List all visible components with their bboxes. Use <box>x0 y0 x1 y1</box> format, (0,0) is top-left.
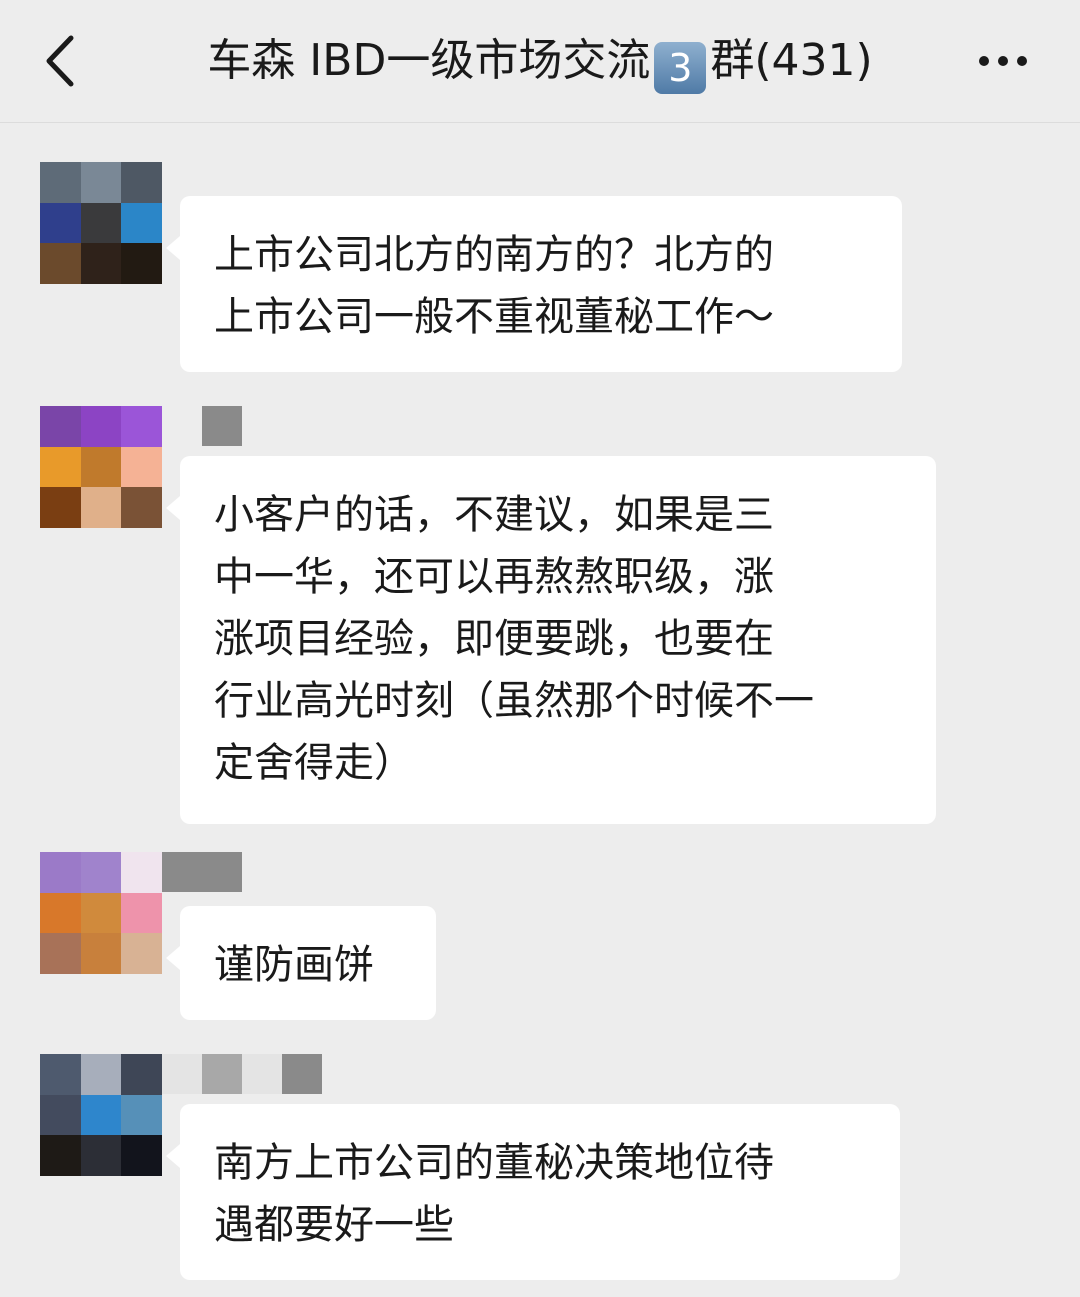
title-suffix: 群(431) <box>710 35 873 86</box>
nickname-pixel <box>162 1054 202 1094</box>
avatar-pixel <box>80 933 122 974</box>
avatar-pixel <box>80 446 122 488</box>
avatar-pixel <box>40 933 81 974</box>
title-prefix: 车森 IBD一级市场交流 <box>207 35 651 86</box>
avatar-pixel <box>80 487 122 528</box>
avatar[interactable] <box>40 852 162 974</box>
nickname-pixel <box>202 1054 242 1094</box>
avatar-pixel <box>121 487 162 528</box>
avatar-pixel <box>80 202 122 244</box>
more-button[interactable] <box>958 36 1048 86</box>
avatar-pixel <box>121 446 162 488</box>
avatar-pixel <box>80 1135 122 1176</box>
avatar-pixel <box>80 1054 122 1095</box>
avatar-pixel <box>121 1054 162 1095</box>
avatar-pixel <box>121 1135 162 1176</box>
message-text-line: 南方上市公司的董秘决策地位待 <box>214 1140 774 1186</box>
chat-header: 车森 IBD一级市场交流 3 群(431) <box>0 0 1080 123</box>
message-text-line: 定舍得走） <box>214 740 414 786</box>
avatar-pixel <box>40 243 81 284</box>
nickname-pixel <box>242 1054 282 1094</box>
sender-nickname <box>162 852 242 892</box>
more-dots-icon <box>979 56 989 66</box>
message-bubble[interactable]: 上市公司北方的南方的？北方的 上市公司一般不重视董秘工作～ <box>166 196 902 372</box>
avatar-pixel <box>80 243 122 284</box>
sender-nickname <box>162 406 242 446</box>
avatar-pixel <box>40 202 81 244</box>
avatar-pixel <box>80 162 122 203</box>
avatar-pixel <box>121 243 162 284</box>
avatar-pixel <box>40 852 81 893</box>
message-bubble[interactable]: 谨防画饼 <box>166 906 436 1020</box>
message-text-line: 小客户的话，不建议，如果是三 <box>214 492 774 538</box>
message-text-line: 中一华，还可以再熬熬职级，涨 <box>214 554 774 600</box>
avatar-pixel <box>121 892 162 934</box>
avatar-pixel <box>121 852 162 893</box>
avatar-pixel <box>40 1135 81 1176</box>
message-bubble[interactable]: 南方上市公司的董秘决策地位待 遇都要好一些 <box>166 1104 900 1280</box>
avatar[interactable] <box>40 1054 162 1176</box>
avatar-pixel <box>121 162 162 203</box>
avatar-pixel <box>40 1054 81 1095</box>
group-number-badge: 3 <box>654 42 707 94</box>
avatar[interactable] <box>40 406 162 528</box>
avatar-pixel <box>40 892 81 934</box>
avatar-pixel <box>121 202 162 244</box>
sender-nickname <box>162 1054 322 1094</box>
chat-title: 车森 IBD一级市场交流 3 群(431) <box>130 30 950 94</box>
avatar-pixel <box>40 446 81 488</box>
avatar-pixel <box>40 1094 81 1136</box>
message-text-line: 上市公司北方的南方的？北方的 <box>214 232 774 278</box>
avatar-pixel <box>80 852 122 893</box>
message-text-line: 遇都要好一些 <box>214 1202 454 1248</box>
chevron-left-icon <box>46 35 74 87</box>
avatar-pixel <box>80 1094 122 1136</box>
nickname-pixel <box>202 852 242 892</box>
nickname-pixel <box>282 1054 322 1094</box>
message-text-line: 上市公司一般不重视董秘工作～ <box>214 294 774 340</box>
avatar-pixel <box>80 406 122 447</box>
avatar-pixel <box>80 892 122 934</box>
message-bubble[interactable]: 小客户的话，不建议，如果是三 中一华，还可以再熬熬职级，涨 涨项目经验，即便要跳，也… <box>166 456 936 824</box>
message-text-line: 谨防画饼 <box>214 942 374 988</box>
nickname-pixel <box>162 852 202 892</box>
back-button[interactable] <box>30 28 90 94</box>
avatar[interactable] <box>40 162 162 284</box>
avatar-pixel <box>40 406 81 447</box>
avatar-pixel <box>121 933 162 974</box>
nickname-pixel <box>202 406 242 446</box>
avatar-pixel <box>121 406 162 447</box>
avatar-pixel <box>40 162 81 203</box>
avatar-pixel <box>121 1094 162 1136</box>
nickname-pixel <box>162 406 202 446</box>
message-text-line: 行业高光时刻（虽然那个时候不一 <box>214 678 814 724</box>
avatar-pixel <box>40 487 81 528</box>
message-text-line: 涨项目经验，即便要跳，也要在 <box>214 616 774 662</box>
